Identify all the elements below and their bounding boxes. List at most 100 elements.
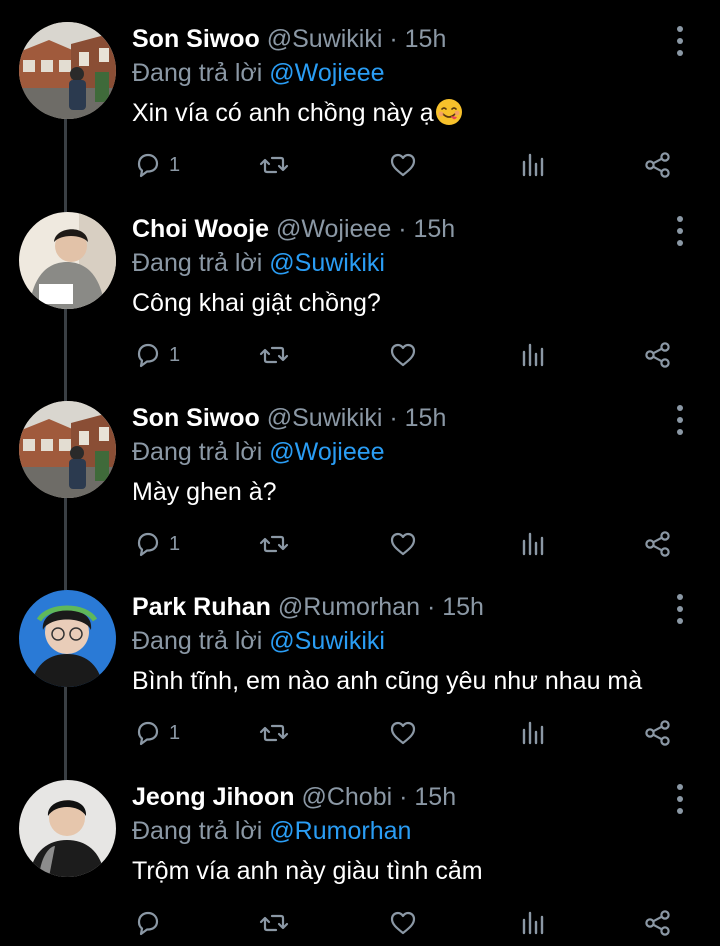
tweet-text-content: Trộm vía anh này giàu tình cảm [132,857,483,885]
avatar[interactable] [19,401,116,498]
views-button[interactable] [517,148,547,182]
separator-dot: · [389,25,398,53]
separator-dot: · [399,783,408,811]
tweet-text: Trộm vía anh này giàu tình cảm [132,854,483,888]
retweet-button[interactable] [259,148,289,182]
replying-to: Đang trả lời @Wojieee [132,56,385,90]
more-vertical-icon[interactable] [672,784,688,814]
replying-to-label: Đang trả lời [132,627,263,655]
tweet-header: Jeong Jihoon @Chobi · 15h [132,780,456,814]
reply-icon [137,343,159,368]
more-vertical-icon[interactable] [672,216,688,246]
views-button[interactable] [517,906,547,940]
retweet-icon [259,156,289,174]
timestamp[interactable]: 15h [414,783,456,811]
tweet-text-content: Công khai giật chồng? [132,289,381,317]
timestamp[interactable]: 15h [405,25,447,53]
display-name[interactable]: Park Ruhan [132,593,271,621]
user-handle[interactable]: @Suwikiki [267,404,383,432]
more-vertical-icon[interactable] [672,26,688,56]
reply-count: 1 [169,153,181,176]
tweet-text-content: Bình tĩnh, em nào anh cũng yêu như nhau … [132,667,643,695]
share-icon [645,152,670,178]
retweet-button[interactable] [259,527,289,561]
reply-tweet[interactable]: Jeong Jihoon @Chobi · 15h Đang trả lời @R… [0,758,720,946]
avatar[interactable] [19,22,116,119]
mention-link[interactable]: @Suwikiki [269,627,385,655]
share-button[interactable] [643,906,673,940]
more-vertical-icon[interactable] [672,405,688,435]
heart-icon [390,343,416,367]
replying-to-label: Đang trả lời [132,817,263,845]
tweet-header: Son Siwoo @Suwikiki · 15h [132,401,446,435]
tweet-actions: 1 [0,148,720,182]
tweet-text: Xin vía có anh chồng này ạ [132,96,463,130]
share-button[interactable] [643,716,673,750]
display-name[interactable]: Jeong Jihoon [132,783,295,811]
more-vertical-icon[interactable] [672,594,688,624]
reply-button[interactable]: 1 [133,148,180,182]
tweet-header: Park Ruhan @Rumorhan · 15h [132,590,484,624]
reply-count: 1 [169,721,181,744]
reply-button[interactable]: 1 [133,338,180,372]
timestamp[interactable]: 15h [413,215,455,243]
retweet-icon [259,346,289,364]
views-button[interactable] [517,338,547,372]
like-button[interactable] [388,716,418,750]
retweet-button[interactable] [259,716,289,750]
reply-tweet[interactable]: Choi Wooje @Wojieee · 15h Đang trả lời @S… [0,190,720,408]
reply-button[interactable]: 1 [133,527,180,561]
replying-to-label: Đang trả lời [132,249,263,277]
separator-dot: · [426,593,436,621]
reply-tweet[interactable]: Park Ruhan @Rumorhan · 15h Đang trả lời @… [0,568,720,786]
mention-link[interactable]: @Suwikiki [269,249,385,277]
share-icon [645,910,670,936]
share-button[interactable] [643,338,673,372]
tweet-text-content: Mày ghen à? [132,478,277,506]
retweet-button[interactable] [259,338,289,372]
reply-button[interactable] [133,906,169,940]
avatar[interactable] [19,780,116,877]
views-button[interactable] [517,716,547,750]
heart-icon [390,721,416,745]
tweet-header: Choi Wooje @Wojieee · 15h [132,212,455,246]
share-icon [645,720,670,746]
display-name[interactable]: Son Siwoo [132,25,260,53]
user-handle[interactable]: @Suwikiki [267,25,383,53]
like-button[interactable] [388,906,418,940]
views-button[interactable] [517,527,547,561]
reply-icon [137,153,159,178]
avatar[interactable] [19,590,116,687]
display-name[interactable]: Choi Wooje [132,215,269,243]
display-name[interactable]: Son Siwoo [132,404,260,432]
user-handle[interactable]: @Wojieee [276,215,391,243]
yum-emoji-icon [435,99,462,125]
retweet-button[interactable] [259,906,289,940]
like-button[interactable] [388,148,418,182]
share-button[interactable] [643,148,673,182]
reply-icon [137,721,159,746]
like-button[interactable] [388,527,418,561]
mention-link[interactable]: @Wojieee [269,59,384,87]
retweet-icon [259,914,289,932]
avatar[interactable] [19,212,116,309]
views-icon [522,721,544,745]
share-button[interactable] [643,527,673,561]
reply-button[interactable]: 1 [133,716,180,750]
reply-tweet[interactable]: Son Siwoo @Suwikiki · 15h Đang trả lời @W… [0,0,720,218]
mention-link[interactable]: @Rumorhan [269,817,411,845]
mention-link[interactable]: @Wojieee [269,438,384,466]
separator-dot: · [389,404,398,432]
like-button[interactable] [388,338,418,372]
user-handle[interactable]: @Rumorhan [278,593,420,621]
timestamp[interactable]: 15h [442,593,484,621]
reply-count: 1 [169,532,181,555]
user-handle[interactable]: @Chobi [301,783,392,811]
timestamp[interactable]: 15h [405,404,447,432]
tweet-text: Công khai giật chồng? [132,286,381,320]
retweet-icon [259,724,289,742]
views-icon [522,532,544,556]
views-icon [522,153,544,177]
reply-tweet[interactable]: Son Siwoo @Suwikiki · 15h Đang trả lời @W… [0,379,720,597]
replying-to-label: Đang trả lời [132,438,263,466]
